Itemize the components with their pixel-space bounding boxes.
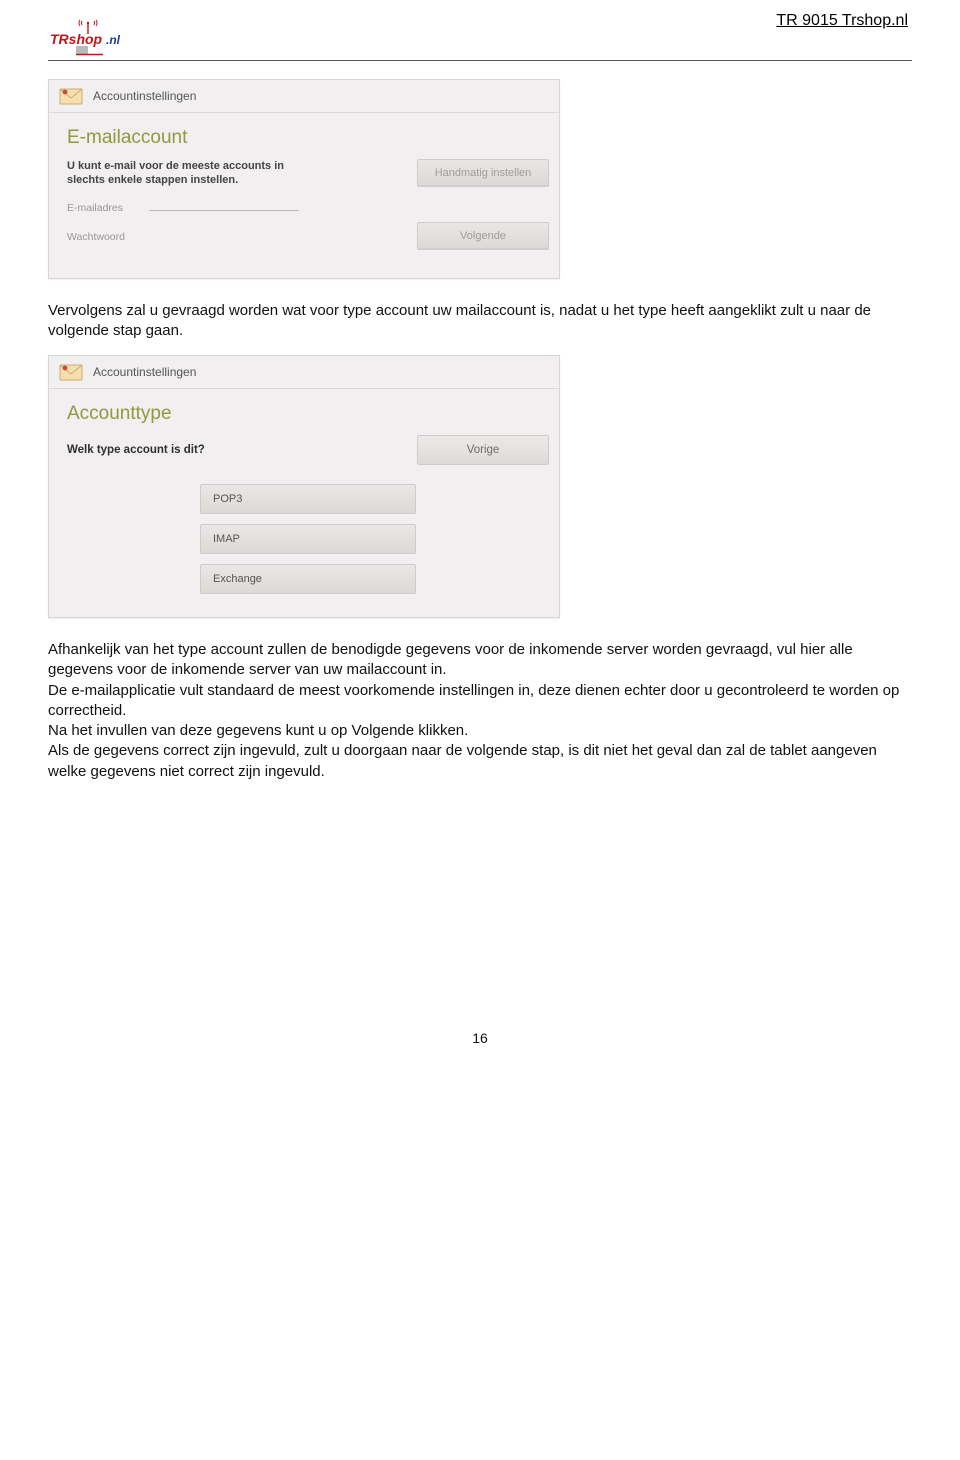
logo: TRshop .nl [48,16,128,56]
para-2c: Na het invullen van deze gegevens kunt u… [48,721,912,741]
shot1-subtitle: U kunt e-mail voor de meeste accounts in… [67,159,287,188]
next-button[interactable]: Volgende [417,222,549,250]
page-header: TRshop .nl TR 9015 Trshop.nl [48,0,912,56]
para-1: Vervolgens zal u gevraagd worden wat voo… [48,301,912,342]
mail-icon [59,362,83,382]
doc-header-title: TR 9015 Trshop.nl [776,12,908,30]
shot2-title: Accounttype [67,403,549,425]
mail-icon [59,86,83,106]
account-type-question: Welk type account is dit? [67,444,417,456]
page-number: 16 [48,1030,912,1046]
shot1-header-title: Accountinstellingen [93,89,196,103]
svg-text:.nl: .nl [106,33,121,47]
header-rule [48,60,912,61]
email-field[interactable] [149,198,299,211]
page: TRshop .nl TR 9015 Trshop.nl Accountinst… [0,0,960,1086]
account-type-imap[interactable]: IMAP [200,524,416,554]
password-label: Wachtwoord [67,231,137,243]
para-block-2: Afhankelijk van het type account zullen … [48,640,912,782]
shot1-header: Accountinstellingen [49,80,559,113]
para-2b: De e-mailapplicatie vult standaard de me… [48,681,912,722]
shot2-header: Accountinstellingen [49,356,559,389]
previous-button[interactable]: Vorige [417,435,549,465]
logo-svg: TRshop .nl [48,16,128,56]
shot1-body: E-mailaccount U kunt e-mail voor de mees… [49,113,559,278]
manual-setup-button[interactable]: Handmatig instellen [417,159,549,187]
account-type-pop3[interactable]: POP3 [200,484,416,514]
account-type-exchange[interactable]: Exchange [200,564,416,594]
screenshot-account-type: Accountinstellingen Accounttype Welk typ… [48,355,560,618]
para-2d: Als de gegevens correct zijn ingevuld, z… [48,741,912,782]
shot1-title: E-mailaccount [67,127,549,149]
shot2-header-title: Accountinstellingen [93,365,196,379]
email-label: E-mailadres [67,202,137,214]
screenshot-email-account: Accountinstellingen E-mailaccount U kunt… [48,79,560,279]
shot2-body: Accounttype Welk type account is dit? Vo… [49,389,559,617]
para-2a: Afhankelijk van het type account zullen … [48,640,912,681]
svg-text:TRshop: TRshop [50,31,103,47]
